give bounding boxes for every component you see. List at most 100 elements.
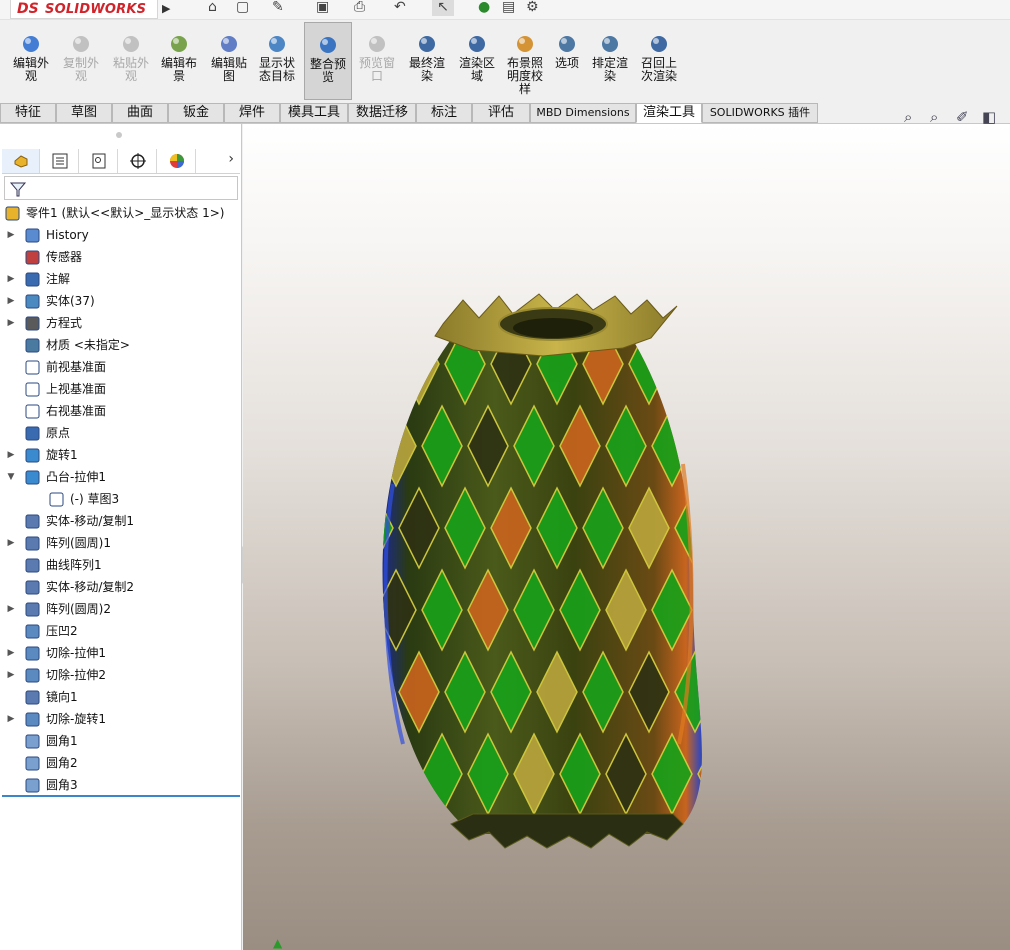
schedule-render-button[interactable]: 排定渲 染 (588, 22, 632, 100)
expand-arrow-icon[interactable]: ▶ (6, 312, 16, 334)
tab-4[interactable]: 焊件 (224, 103, 280, 123)
render-region-button[interactable]: 渲染区 域 (454, 22, 500, 100)
tree-item[interactable]: 圆角3 (0, 774, 240, 796)
select-icon[interactable]: ↖ (432, 0, 454, 16)
tree-item[interactable]: ▶ History (0, 224, 240, 246)
tree-item[interactable]: ▶ 实体(37) (0, 290, 240, 312)
tree-item[interactable]: ▼ 凸台-拉伸1 (0, 466, 240, 488)
view-triad-icon: ▲ (273, 936, 283, 950)
recall-last-render-button[interactable]: 召回上 次渲染 (636, 22, 682, 100)
property-manager-tab-icon[interactable] (41, 149, 79, 173)
menu-expand-arrow-icon[interactable]: ▶ (162, 2, 170, 15)
tree-item[interactable]: ▶ 方程式 (0, 312, 240, 334)
tree-item[interactable]: 零件1 (默认<<默认>_显示状态 1>) (0, 202, 240, 224)
material-icon (25, 338, 40, 353)
collapse-arrow-icon[interactable]: ▼ (6, 466, 16, 488)
home-icon[interactable]: ⌂ (208, 0, 217, 16)
tab-3[interactable]: 钣金 (168, 103, 224, 123)
expand-arrow-icon[interactable]: ▶ (6, 290, 16, 312)
paste-appearance-button[interactable]: 粘贴外 观 (108, 22, 154, 100)
faceted-vase-model[interactable] (243, 124, 1010, 950)
traffic-light-icon[interactable]: ● (478, 0, 490, 16)
tab-5[interactable]: 模具工具 (280, 103, 348, 123)
tab-1[interactable]: 草图 (56, 103, 112, 123)
tab-10[interactable]: 渲染工具 (636, 103, 702, 123)
expand-arrow-icon[interactable]: ▶ (6, 708, 16, 730)
tree-item[interactable]: ▶ 注解 (0, 268, 240, 290)
expand-arrow-icon[interactable]: ▶ (6, 268, 16, 290)
preview-window-button[interactable]: 预览窗 口 (354, 22, 400, 100)
toolbar-button-label: 排定渲 染 (591, 56, 628, 83)
tree-item[interactable]: 实体-移动/复制2 (0, 576, 240, 598)
graphics-area[interactable]: ▲ (243, 124, 1010, 950)
tree-item[interactable]: 传感器 (0, 246, 240, 268)
tree-item-label: 注解 (46, 272, 71, 286)
expand-arrow-icon[interactable]: ▶ (6, 642, 16, 664)
tree-item[interactable]: 实体-移动/复制1 (0, 510, 240, 532)
configuration-manager-tab-icon[interactable] (80, 149, 118, 173)
final-render-button[interactable]: 最终渲 染 (404, 22, 450, 100)
edit-decal-button[interactable]: 编辑贴 图 (206, 22, 252, 100)
tree-item[interactable]: 圆角1 (0, 730, 240, 752)
edit-appearance-button[interactable]: 编辑外 观 (8, 22, 54, 100)
tree-item[interactable]: 原点 (0, 422, 240, 444)
tab-7[interactable]: 标注 (416, 103, 472, 123)
expand-arrow-icon[interactable]: ▶ (6, 598, 16, 620)
expand-arrow-icon[interactable]: ▶ (6, 532, 16, 554)
display-manager-tab-icon[interactable] (158, 149, 196, 173)
scene-illumination-proof-button[interactable]: 布景照 明度校 样 (502, 22, 548, 100)
tree-item[interactable]: ▶ 阵列(圆周)1 (0, 532, 240, 554)
integrated-preview-button[interactable]: 整合预 览 (304, 22, 352, 100)
rollback-bar[interactable] (2, 795, 240, 797)
cut-extrude-icon (25, 668, 40, 683)
options-gear-icon[interactable]: ⚙ (526, 0, 539, 16)
tree-item[interactable]: ▶ 切除-拉伸1 (0, 642, 240, 664)
tree-item[interactable]: 镜向1 (0, 686, 240, 708)
tab-6[interactable]: 数据迁移 (348, 103, 416, 123)
tree-item[interactable]: 圆角2 (0, 752, 240, 774)
expand-arrow-icon[interactable]: ▶ (6, 444, 16, 466)
undo-icon[interactable]: ↶ (394, 0, 406, 16)
tree-item-label: 曲线阵列1 (46, 558, 102, 572)
file-properties-icon[interactable]: ▤ (502, 0, 515, 16)
tab-0[interactable]: 特征 (0, 103, 56, 123)
options-button[interactable]: 选项 (550, 22, 584, 100)
tab-11[interactable]: SOLIDWORKS 插件 (702, 103, 818, 123)
edit-appearance-icon (23, 36, 39, 52)
expand-arrow-icon[interactable]: ▶ (6, 664, 16, 686)
dimxpert-manager-tab-icon[interactable] (119, 149, 157, 173)
tree-item[interactable]: 压凹2 (0, 620, 240, 642)
curve-pattern-icon (25, 558, 40, 573)
tree-item[interactable]: 上视基准面 (0, 378, 240, 400)
tree-item[interactable]: 曲线阵列1 (0, 554, 240, 576)
solidworks-logo[interactable]: DS SOLIDWORKS (10, 0, 158, 19)
tab-2[interactable]: 曲面 (112, 103, 168, 123)
sketch-icon[interactable]: ✎ (272, 0, 284, 16)
edit-scene-button[interactable]: 编辑布 景 (156, 22, 202, 100)
tree-item[interactable]: ▶ 切除-拉伸2 (0, 664, 240, 686)
copy-appearance-button[interactable]: 复制外 观 (58, 22, 104, 100)
fillet-icon (25, 778, 40, 793)
tab-8[interactable]: 评估 (472, 103, 530, 123)
more-tabs-chevron-icon[interactable]: › (228, 151, 234, 167)
tree-item[interactable]: 右视基准面 (0, 400, 240, 422)
toolbar-button-label: 预览窗 口 (358, 56, 395, 83)
display-state-target-button[interactable]: 显示状 态目标 (254, 22, 300, 100)
tree-item[interactable]: ▶ 旋转1 (0, 444, 240, 466)
new-document-icon[interactable]: ▢ (236, 0, 249, 16)
tree-item[interactable]: (-) 草图3 (0, 488, 240, 510)
feature-manager-tab-icon[interactable] (2, 149, 40, 173)
tree-filter[interactable] (4, 176, 238, 200)
expand-arrow-icon[interactable]: ▶ (6, 224, 16, 246)
tree-item[interactable]: 材质 <未指定> (0, 334, 240, 356)
panel-grip[interactable] (116, 132, 122, 138)
tree-item[interactable]: ▶ 阵列(圆周)2 (0, 598, 240, 620)
title-bar: DS SOLIDWORKS ▶ ⌂ ▢ ✎ ▣ ⎙ ↶ ↖ ● ▤ ⚙ (0, 0, 1010, 20)
tree-item[interactable]: ▶ 切除-旋转1 (0, 708, 240, 730)
print-icon[interactable]: ⎙ (354, 0, 365, 16)
tree-item-label: 切除-旋转1 (46, 712, 106, 726)
tree-item[interactable]: 前视基准面 (0, 356, 240, 378)
save-icon[interactable]: ▣ (316, 0, 329, 16)
tab-9[interactable]: MBD Dimensions (530, 103, 636, 123)
tree-item-label: 右视基准面 (46, 404, 107, 418)
